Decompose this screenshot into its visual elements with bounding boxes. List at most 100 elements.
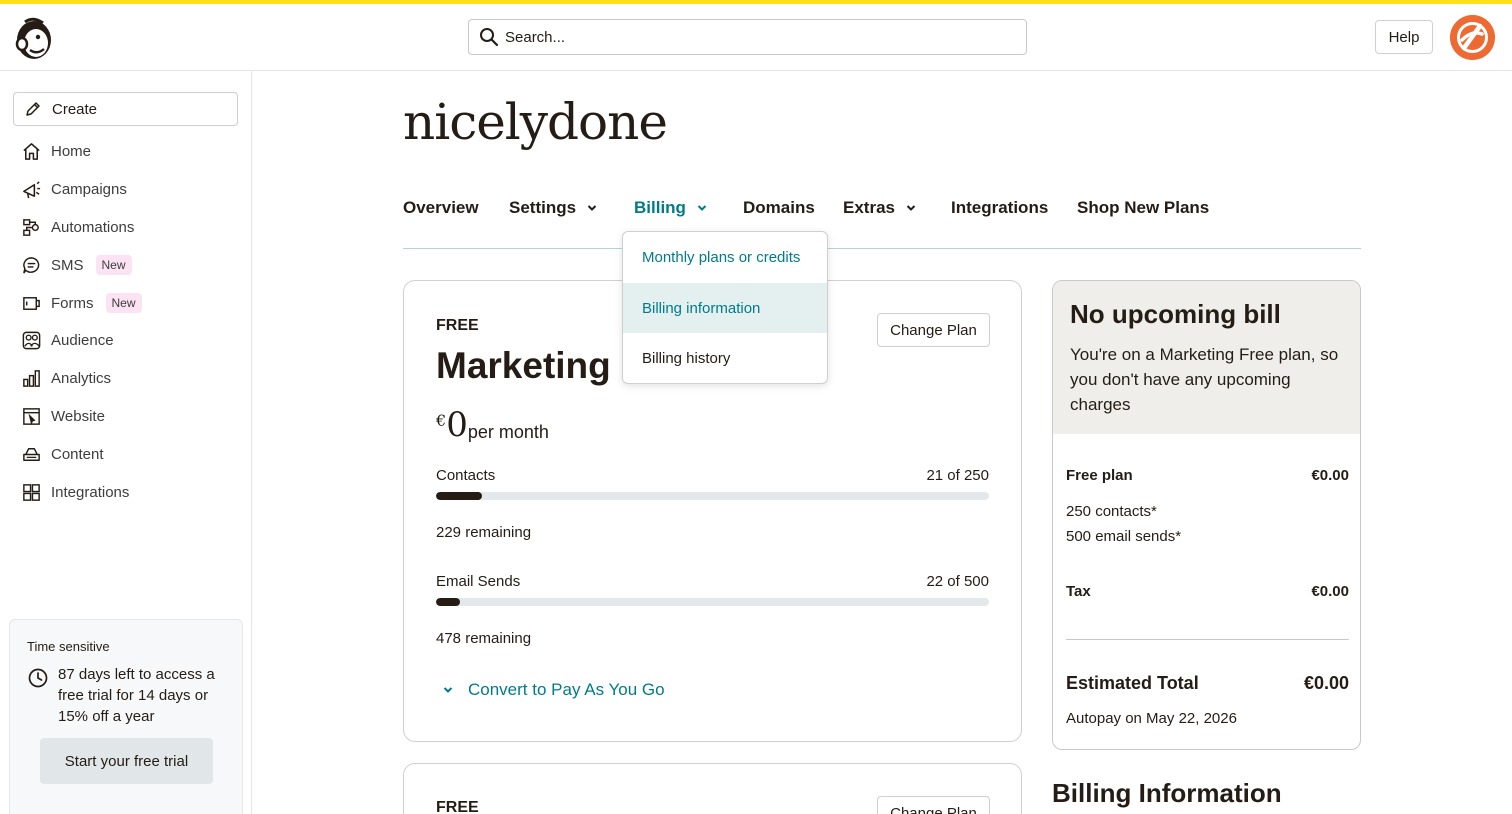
tab-label: Settings	[509, 198, 577, 217]
user-avatar-icon	[1450, 15, 1495, 60]
contacts-label: Contacts	[436, 467, 496, 484]
analytics-icon	[20, 368, 42, 390]
plan-tier: FREE	[436, 317, 479, 334]
trial-promo-card: Time sensitive 87 days left to access a …	[9, 619, 243, 814]
plan-tier: FREE	[436, 799, 479, 814]
search-box[interactable]	[468, 19, 1027, 55]
sidebar-nav: Home Campaigns Automations SMS New Forms…	[20, 133, 240, 511]
convert-pay-as-you-go-link[interactable]: Convert to Pay As You Go	[442, 680, 665, 700]
email-sends-progress-bar	[436, 598, 989, 606]
tab-extras[interactable]: Extras	[843, 198, 917, 218]
tax-amount: €0.00	[1311, 583, 1349, 600]
create-button[interactable]: Create	[13, 92, 238, 126]
menu-item-monthly-plans[interactable]: Monthly plans or credits	[623, 232, 827, 283]
contacts-remaining: 229 remaining	[436, 524, 532, 541]
estimated-total-line: Estimated Total €0.00	[1066, 673, 1349, 694]
sidebar-item-label: Automations	[51, 218, 135, 236]
change-plan-button[interactable]: Change Plan	[877, 796, 990, 814]
search-input[interactable]	[505, 28, 1005, 46]
sidebar-item-label: Integrations	[51, 483, 130, 501]
tab-label: Shop New Plans	[1077, 198, 1210, 217]
change-plan-button[interactable]: Change Plan	[877, 313, 990, 347]
tab-billing[interactable]: Billing	[634, 198, 708, 218]
billing-information-heading: Billing Information	[1052, 778, 1282, 808]
integrations-icon	[20, 481, 42, 503]
price-amount: 0	[446, 405, 468, 445]
sidebar-item-automations[interactable]: Automations	[20, 209, 240, 247]
forms-icon	[20, 292, 42, 314]
mailchimp-logo-icon[interactable]	[13, 16, 55, 62]
tab-domains[interactable]: Domains	[743, 198, 815, 218]
website-icon	[20, 405, 42, 427]
tab-overview[interactable]: Overview	[403, 198, 479, 218]
tab-shop-new-plans[interactable]: Shop New Plans	[1077, 198, 1209, 218]
trial-message: 87 days left to access a free trial for …	[58, 666, 215, 725]
search-icon	[480, 28, 499, 47]
tab-label: Domains	[743, 198, 815, 217]
bill-summary-header: No upcoming bill You're on a Marketing F…	[1053, 281, 1360, 434]
divider	[1066, 639, 1349, 640]
chevron-down-icon	[587, 205, 597, 211]
sidebar-item-label: Forms	[51, 294, 94, 312]
sidebar-item-label: Audience	[51, 332, 114, 350]
sidebar-item-sms[interactable]: SMS New	[20, 246, 240, 284]
plan-card-secondary: FREE Change Plan	[403, 763, 1022, 814]
sidebar-item-label: Website	[51, 407, 105, 425]
pencil-icon	[26, 102, 40, 116]
help-button[interactable]: Help	[1375, 20, 1433, 54]
sidebar-item-analytics[interactable]: Analytics	[20, 360, 240, 398]
sidebar-item-integrations[interactable]: Integrations	[20, 473, 240, 511]
tax-line: Tax €0.00	[1066, 583, 1349, 600]
sidebar-item-forms[interactable]: Forms New	[20, 284, 240, 322]
tab-label: Billing	[634, 198, 686, 217]
create-label: Create	[52, 100, 98, 118]
plan-line: Free plan €0.00	[1066, 467, 1349, 484]
chevron-down-icon	[443, 687, 453, 693]
tab-settings[interactable]: Settings	[509, 198, 598, 218]
sidebar-item-campaigns[interactable]: Campaigns	[20, 171, 240, 209]
clock-icon	[28, 668, 48, 688]
tax-label: Tax	[1066, 583, 1091, 600]
menu-item-billing-information[interactable]: Billing information	[623, 283, 827, 333]
plan-line-amount: €0.00	[1311, 467, 1349, 484]
contacts-value: 21 of 250	[926, 467, 989, 484]
sidebar-item-audience[interactable]: Audience	[20, 322, 240, 360]
account-tabs: Overview Settings Billing Domains Extras…	[403, 195, 1361, 249]
avatar[interactable]	[1450, 15, 1495, 60]
plan-email-sends: 500 email sends*	[1066, 528, 1182, 545]
price-currency: €	[436, 411, 447, 430]
home-icon	[20, 141, 42, 163]
email-sends-value: 22 of 500	[926, 573, 989, 590]
sidebar-item-label: SMS	[51, 256, 84, 274]
main-content: nicelydone Overview Settings Billing Dom…	[252, 71, 1512, 814]
email-sends-remaining: 478 remaining	[436, 630, 532, 647]
plan-line-label: Free plan	[1066, 467, 1133, 484]
autopay-date: Autopay on May 22, 2026	[1066, 710, 1237, 727]
plan-price: € 0 per month	[436, 405, 549, 445]
chevron-down-icon	[697, 205, 707, 211]
chevron-down-icon	[906, 205, 916, 211]
bill-summary-description: You're on a Marketing Free plan, so you …	[1070, 345, 1339, 414]
audience-icon	[20, 330, 42, 352]
new-badge: New	[95, 255, 132, 276]
sidebar-item-content[interactable]: Content	[20, 435, 240, 473]
tab-integrations[interactable]: Integrations	[951, 198, 1048, 218]
start-free-trial-button[interactable]: Start your free trial	[40, 738, 213, 784]
estimated-total-label: Estimated Total	[1066, 673, 1199, 693]
account-title: nicelydone	[403, 93, 668, 151]
bill-summary-card: No upcoming bill You're on a Marketing F…	[1052, 280, 1361, 750]
email-sends-label: Email Sends	[436, 573, 521, 590]
email-sends-progress-fill	[436, 598, 461, 606]
time-sensitive-label: Time sensitive	[27, 639, 110, 654]
tab-label: Overview	[403, 198, 479, 217]
sidebar-item-label: Content	[51, 445, 104, 463]
menu-item-billing-history[interactable]: Billing history	[623, 333, 827, 383]
sidebar-item-website[interactable]: Website	[20, 398, 240, 436]
price-period: per month	[467, 422, 549, 442]
sidebar-item-home[interactable]: Home	[20, 133, 240, 171]
contacts-progress-fill	[436, 492, 483, 500]
tab-label: Extras	[843, 198, 895, 217]
contacts-progress-bar	[436, 492, 989, 500]
automations-icon	[20, 216, 42, 238]
top-header: Help	[0, 4, 1512, 71]
